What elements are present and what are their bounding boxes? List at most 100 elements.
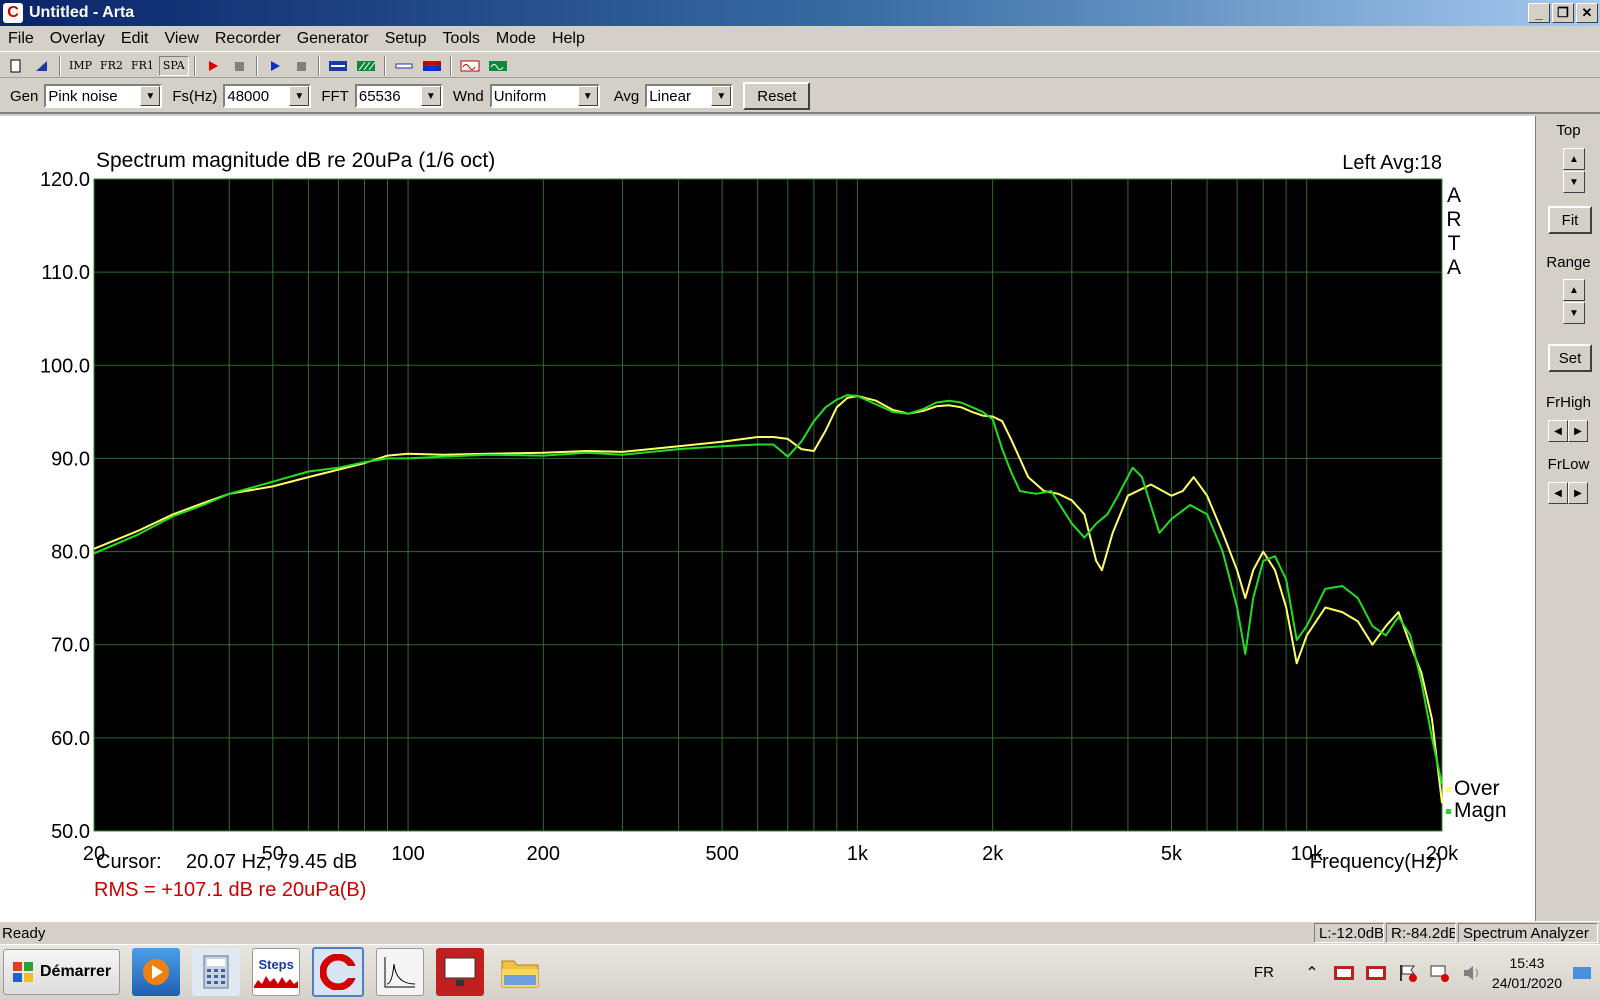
generator-select[interactable]: Pink noise ▼ bbox=[44, 84, 163, 108]
status-bar: Ready L:-12.0dB R:-84.2dB Spectrum Analy… bbox=[0, 921, 1600, 944]
status-mode: Spectrum Analyzer bbox=[1458, 923, 1598, 943]
y-tick-label: 90.0 bbox=[51, 448, 90, 470]
chevron-down-icon[interactable]: ▼ bbox=[420, 86, 441, 106]
new-icon[interactable] bbox=[4, 56, 28, 76]
minimize-button[interactable]: _ bbox=[1528, 3, 1550, 23]
fft-size-value: 65536 bbox=[358, 87, 401, 105]
menu-overlay[interactable]: Overlay bbox=[42, 30, 113, 48]
x-tick-label: 5k bbox=[1161, 843, 1183, 865]
y-tick-label: 80.0 bbox=[51, 542, 90, 564]
averaging-value: Linear bbox=[649, 87, 691, 105]
frlow-left-button[interactable]: ◀ bbox=[1548, 482, 1568, 504]
reset-button[interactable]: Reset bbox=[743, 82, 811, 110]
generator-stop-icon[interactable] bbox=[289, 56, 313, 76]
brand-letter: R bbox=[1446, 208, 1461, 231]
tray-app-icon[interactable] bbox=[1332, 961, 1356, 985]
y-tick-label: 100.0 bbox=[40, 355, 90, 377]
volume-icon[interactable] bbox=[1460, 961, 1484, 985]
chevron-up-icon[interactable]: ⌃ bbox=[1300, 961, 1324, 985]
chevron-down-icon[interactable]: ▼ bbox=[140, 86, 161, 106]
cursor-label: Cursor: bbox=[96, 851, 162, 873]
arta-app-icon[interactable]: C bbox=[3, 3, 23, 23]
brand-letter: T bbox=[1448, 232, 1461, 255]
generator-play-icon[interactable] bbox=[263, 56, 287, 76]
chevron-down-icon[interactable]: ▼ bbox=[289, 86, 310, 106]
menu-setup[interactable]: Setup bbox=[377, 30, 435, 48]
calculator-icon[interactable] bbox=[192, 948, 241, 996]
menu-view[interactable]: View bbox=[156, 30, 206, 48]
monitor-app-icon[interactable] bbox=[436, 948, 485, 996]
fr2-mode-button[interactable]: FR2 bbox=[97, 56, 126, 76]
arta-taskbar-icon[interactable] bbox=[312, 947, 365, 997]
wave-icon[interactable] bbox=[485, 56, 511, 76]
frhigh-right-button[interactable]: ▶ bbox=[1568, 420, 1588, 442]
menu-generator[interactable]: Generator bbox=[289, 30, 377, 48]
menu-file[interactable]: File bbox=[0, 30, 42, 48]
level-icon[interactable] bbox=[419, 56, 445, 76]
fft-label: FFT bbox=[321, 87, 349, 105]
frlow-label: FrLow bbox=[1547, 456, 1590, 473]
menu-mode[interactable]: Mode bbox=[488, 30, 544, 48]
y-tick-label: 110.0 bbox=[41, 262, 90, 284]
restore-button[interactable]: ❐ bbox=[1552, 3, 1574, 23]
start-button[interactable]: Démarrer bbox=[3, 949, 121, 995]
status-right-level: R:-84.2dB bbox=[1386, 923, 1456, 943]
probe-icon[interactable] bbox=[391, 56, 417, 76]
media-player-icon[interactable] bbox=[132, 948, 181, 996]
menu-tools[interactable]: Tools bbox=[435, 30, 488, 48]
clock-time: 15:43 bbox=[1509, 954, 1545, 971]
tray-app-icon[interactable] bbox=[1364, 961, 1388, 985]
title-bar: C Untitled - Arta _ ❐ ✕ bbox=[0, 0, 1600, 26]
menu-recorder[interactable]: Recorder bbox=[207, 30, 289, 48]
frhigh-label: FrHigh bbox=[1545, 394, 1591, 411]
toolbar: IMP FR2 FR1 SPA bbox=[0, 54, 1600, 78]
abc-icon[interactable] bbox=[325, 56, 351, 76]
chart-title: Spectrum magnitude dB re 20uPa (1/6 oct) bbox=[96, 149, 495, 172]
range-down-button[interactable]: ▼ bbox=[1563, 302, 1585, 324]
show-desktop-icon[interactable] bbox=[1570, 961, 1594, 985]
frlow-right-button[interactable]: ▶ bbox=[1568, 482, 1588, 504]
hatch-icon[interactable] bbox=[353, 56, 379, 76]
flag-alert-icon[interactable] bbox=[1396, 961, 1420, 985]
sample-rate-value: 48000 bbox=[227, 87, 270, 105]
averaging-select[interactable]: Linear ▼ bbox=[645, 84, 734, 108]
toolbar-separator bbox=[255, 55, 258, 76]
spa-mode-button[interactable]: SPA bbox=[158, 55, 189, 76]
top-up-button[interactable]: ▲ bbox=[1563, 148, 1585, 170]
frhigh-left-button[interactable]: ◀ bbox=[1548, 420, 1568, 442]
impulse-mode-button[interactable]: IMP bbox=[66, 56, 95, 76]
record-play-icon[interactable] bbox=[201, 56, 225, 76]
y-tick-label: 50.0 bbox=[51, 821, 90, 843]
fr1-mode-button[interactable]: FR1 bbox=[128, 56, 157, 76]
language-indicator[interactable]: FR bbox=[1254, 964, 1274, 981]
legend-swatch-magn bbox=[1446, 809, 1451, 814]
y-tick-label: 120.0 bbox=[40, 169, 90, 191]
fft-size-select[interactable]: 65536 ▼ bbox=[354, 84, 443, 108]
network-alert-icon[interactable] bbox=[1428, 961, 1452, 985]
steps-app-icon[interactable]: Steps bbox=[252, 948, 301, 996]
open-icon[interactable] bbox=[30, 56, 54, 76]
chevron-down-icon[interactable]: ▼ bbox=[577, 86, 598, 106]
fs-label: Fs(Hz) bbox=[172, 87, 218, 105]
sample-rate-select[interactable]: 48000 ▼ bbox=[223, 84, 312, 108]
spectrum-chart[interactable]: 120.0110.0100.090.080.070.060.050.020 50 1… bbox=[0, 116, 1535, 921]
clock[interactable]: 15:43 24/01/2020 bbox=[1492, 953, 1562, 993]
set-button[interactable]: Set bbox=[1548, 344, 1592, 372]
limp-app-icon[interactable] bbox=[376, 948, 425, 996]
chevron-down-icon[interactable]: ▼ bbox=[711, 86, 732, 106]
chart-channel-avg: Left Avg:18 bbox=[1342, 152, 1442, 174]
record-stop-icon[interactable] bbox=[227, 56, 251, 76]
menu-edit[interactable]: Edit bbox=[113, 30, 157, 48]
range-up-button[interactable]: ▲ bbox=[1563, 279, 1585, 301]
top-down-button[interactable]: ▼ bbox=[1563, 171, 1585, 193]
fit-button[interactable]: Fit bbox=[1548, 206, 1592, 234]
windows-logo-icon bbox=[13, 962, 33, 982]
toolbar-separator bbox=[193, 55, 196, 76]
folder-icon[interactable] bbox=[496, 948, 544, 996]
scope-icon[interactable] bbox=[457, 56, 483, 76]
window-label: Wnd bbox=[452, 87, 484, 105]
system-tray: FR ⌃ 15:43 24/01/2020 bbox=[1254, 945, 1600, 1000]
close-button[interactable]: ✕ bbox=[1576, 3, 1598, 23]
window-select[interactable]: Uniform ▼ bbox=[489, 84, 600, 108]
menu-help[interactable]: Help bbox=[544, 30, 593, 48]
